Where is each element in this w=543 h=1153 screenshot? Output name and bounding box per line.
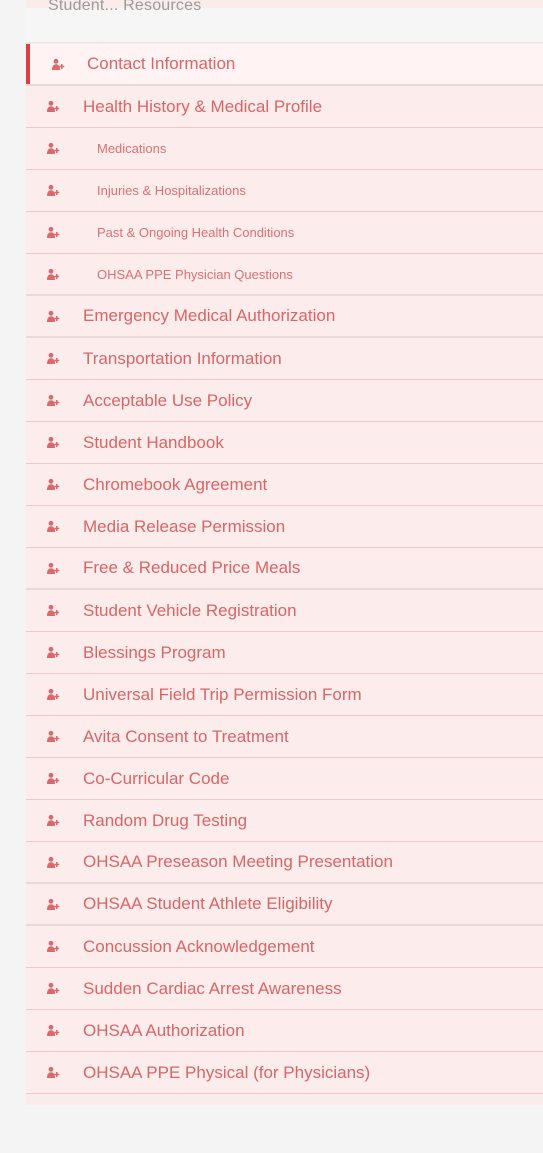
- nav-item-co-curricular-code[interactable]: Co-Curricular Code: [26, 758, 543, 800]
- form-navigation-panel: Student... Resources Contact Information…: [26, 0, 543, 1105]
- user-plus-icon: [46, 436, 60, 450]
- nav-item-ohsaa-student-athlete-eligibility[interactable]: OHSAA Student Athlete Eligibility: [26, 884, 543, 926]
- nav-item-past-and-ongoing-health-conditions[interactable]: Past & Ongoing Health Conditions: [26, 212, 543, 254]
- user-plus-icon: [46, 772, 60, 786]
- nav-item-label: Random Drug Testing: [83, 810, 248, 830]
- nav-item-chromebook-agreement[interactable]: Chromebook Agreement: [26, 464, 543, 506]
- panel-header: Student... Resources: [26, 0, 543, 43]
- nav-item-ohsaa-authorization[interactable]: OHSAA Authorization: [26, 1010, 543, 1052]
- nav-item-label: Co-Curricular Code: [83, 768, 230, 788]
- nav-item-label: Sudden Cardiac Arrest Awareness: [83, 978, 342, 998]
- nav-item-ohsaa-preseason-meeting-presentation[interactable]: OHSAA Preseason Meeting Presentation: [26, 842, 543, 884]
- nav-item-concussion-acknowledgement[interactable]: Concussion Acknowledgement: [26, 926, 543, 968]
- nav-item-label: Student Vehicle Registration: [83, 600, 297, 620]
- nav-item-media-release-permission[interactable]: Media Release Permission: [26, 506, 543, 548]
- nav-item-label: Blessings Program: [83, 642, 226, 662]
- nav-item-label: Transportation Information: [83, 348, 282, 368]
- nav-item-blessings-program[interactable]: Blessings Program: [26, 632, 543, 674]
- user-plus-icon: [46, 604, 60, 618]
- nav-item-label: Acceptable Use Policy: [83, 390, 253, 410]
- nav-item-label: OHSAA Authorization: [83, 1020, 245, 1040]
- user-plus-icon: [46, 562, 60, 576]
- nav-item-label: Emergency Medical Authorization: [83, 306, 336, 325]
- user-plus-icon: [46, 940, 60, 954]
- nav-item-universal-field-trip-permission-form[interactable]: Universal Field Trip Permission Form: [26, 674, 543, 716]
- nav-item-label: Media Release Permission: [83, 516, 286, 536]
- nav-item-label: OHSAA PPE Physical (for Physicians): [83, 1062, 371, 1082]
- nav-item-label: OHSAA Student Athlete Eligibility: [83, 894, 333, 913]
- user-plus-icon: [46, 100, 60, 114]
- nav-item-label: OHSAA Preseason Meeting Presentation: [83, 852, 393, 871]
- nav-item-label: Contact Information: [87, 54, 236, 73]
- user-plus-icon: [46, 646, 60, 660]
- nav-item-label: OHSAA PPE Physician Questions: [97, 266, 293, 282]
- active-indicator: [26, 44, 30, 84]
- user-plus-icon: [46, 856, 60, 870]
- nav-item-label: Free & Reduced Price Meals: [83, 558, 301, 577]
- form-section-list: Contact Information Health History & Medi…: [26, 44, 543, 1094]
- nav-item-acceptable-use-policy[interactable]: Acceptable Use Policy: [26, 380, 543, 422]
- nav-item-emergency-medical-authorization[interactable]: Emergency Medical Authorization: [26, 296, 543, 338]
- nav-item-random-drug-testing[interactable]: Random Drug Testing: [26, 800, 543, 842]
- nav-item-sudden-cardiac-arrest-awareness[interactable]: Sudden Cardiac Arrest Awareness: [26, 968, 543, 1010]
- nav-item-student-handbook[interactable]: Student Handbook: [26, 422, 543, 464]
- nav-item-label: Chromebook Agreement: [83, 474, 268, 494]
- nav-item-label: Past & Ongoing Health Conditions: [97, 225, 295, 240]
- user-plus-icon: [46, 478, 60, 492]
- nav-item-label: Universal Field Trip Permission Form: [83, 684, 362, 704]
- user-plus-icon: [46, 814, 60, 828]
- nav-item-label: Avita Consent to Treatment: [83, 726, 289, 746]
- user-plus-icon: [46, 268, 60, 282]
- nav-item-label: Health History & Medical Profile: [83, 96, 323, 116]
- nav-item-ohsaa-ppe-physical-for-physicians[interactable]: OHSAA PPE Physical (for Physicians): [26, 1052, 543, 1094]
- nav-item-label: Injuries & Hospitalizations: [97, 183, 246, 198]
- user-plus-icon: [51, 58, 65, 72]
- user-plus-icon: [46, 898, 60, 912]
- nav-item-label: Student Handbook: [83, 432, 224, 452]
- panel-header-title: Student... Resources: [48, 0, 202, 14]
- nav-item-ohsaa-ppe-physician-questions[interactable]: OHSAA PPE Physician Questions: [26, 254, 543, 296]
- nav-item-contact-information[interactable]: Contact Information: [26, 44, 543, 86]
- nav-item-student-vehicle-registration[interactable]: Student Vehicle Registration: [26, 590, 543, 632]
- nav-item-free-and-reduced-price-meals[interactable]: Free & Reduced Price Meals: [26, 548, 543, 590]
- user-plus-icon: [46, 730, 60, 744]
- user-plus-icon: [46, 310, 60, 324]
- nav-item-label: Concussion Acknowledgement: [83, 936, 315, 956]
- user-plus-icon: [46, 520, 60, 534]
- nav-item-transportation-information[interactable]: Transportation Information: [26, 338, 543, 380]
- user-plus-icon: [46, 688, 60, 702]
- nav-item-avita-consent-to-treatment[interactable]: Avita Consent to Treatment: [26, 716, 543, 758]
- nav-item-medications[interactable]: Medications: [26, 128, 543, 170]
- nav-item-injuries-and-hospitalizations[interactable]: Injuries & Hospitalizations: [26, 170, 543, 212]
- user-plus-icon: [46, 982, 60, 996]
- user-plus-icon: [46, 352, 60, 366]
- user-plus-icon: [46, 226, 60, 240]
- nav-item-label: Medications: [97, 141, 167, 156]
- user-plus-icon: [46, 142, 60, 156]
- user-plus-icon: [46, 394, 60, 408]
- user-plus-icon: [46, 184, 60, 198]
- nav-item-health-history-and-medical-profile[interactable]: Health History & Medical Profile: [26, 86, 543, 128]
- user-plus-icon: [46, 1066, 60, 1080]
- user-plus-icon: [46, 1024, 60, 1038]
